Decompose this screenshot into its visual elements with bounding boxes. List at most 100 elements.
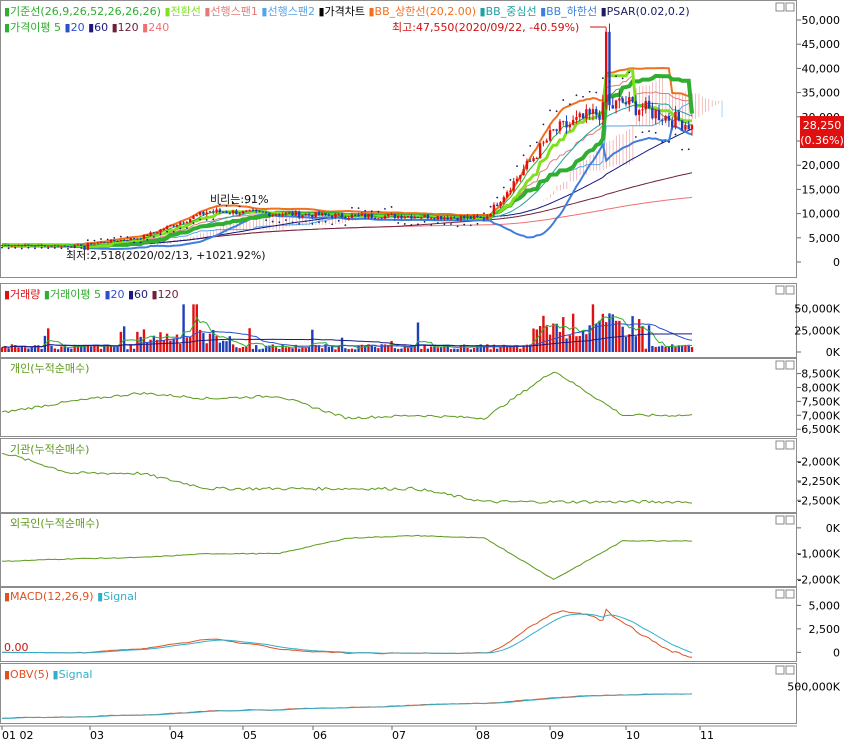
candle-body <box>37 245 40 247</box>
volume-bar <box>23 347 27 352</box>
volume-bar <box>221 340 225 352</box>
institution-legend: 기관(누적순매수) <box>10 443 89 456</box>
legend-item: ▮Signal <box>94 590 137 603</box>
legend-item: ▮60 <box>85 21 109 34</box>
candle-body <box>400 216 403 219</box>
volume-bar <box>261 348 265 352</box>
candle-body <box>439 216 443 220</box>
volume-bar <box>56 349 60 352</box>
legend-item: ▮선행스팬2 <box>258 5 315 18</box>
volume-bar <box>519 348 522 352</box>
price-tick-label: 0 <box>833 256 840 269</box>
candle-body <box>357 214 360 216</box>
foreign-tick-label: 0K <box>826 522 841 535</box>
candle-body <box>354 214 357 216</box>
candle-body <box>614 100 618 109</box>
psar-dot <box>126 236 129 238</box>
psar-dot <box>621 77 624 80</box>
psar-dot <box>575 94 578 97</box>
psar-dot <box>34 247 36 250</box>
psar-dot <box>152 236 155 238</box>
volume-bar <box>53 348 57 352</box>
candle-body <box>657 110 661 121</box>
candle-body <box>552 129 555 131</box>
volume-bar <box>291 348 294 352</box>
candle-body <box>367 214 370 218</box>
volume-bar <box>195 304 198 352</box>
volume-bar <box>611 314 614 352</box>
candle-body <box>571 119 575 125</box>
candle-body <box>268 212 271 217</box>
candle-body <box>50 245 53 247</box>
psar-dot <box>47 247 50 250</box>
volume-bar <box>142 329 146 352</box>
volume-bar <box>489 349 492 352</box>
candle-body <box>228 213 231 215</box>
volume-bar <box>40 348 43 352</box>
volume-bar <box>558 331 562 352</box>
candle-body <box>403 217 406 219</box>
legend-item: ▮BB_하한선 <box>537 4 598 18</box>
pane-restore-button <box>775 360 785 370</box>
x-axis: 01 02 03 04 05 06 07 08 09 10 11 <box>1 726 714 741</box>
macd-signal-line <box>2 613 693 654</box>
psar-dot <box>27 246 30 249</box>
candle-body <box>406 216 410 218</box>
volume-bar <box>129 344 132 352</box>
candle-body <box>664 115 667 121</box>
psar-dot <box>654 131 657 134</box>
candle-body <box>628 97 631 105</box>
candle-body <box>261 211 265 213</box>
volume-bar <box>595 323 598 352</box>
macd-axis: 5,000 2,500 0 <box>797 599 840 659</box>
price-tick-label: 5,000 <box>809 232 841 245</box>
price-tick-label: 40,000 <box>802 62 841 75</box>
price-pane-frame <box>0 0 797 278</box>
psar-dot <box>601 77 604 80</box>
volume-pane: ▮거래량 ▮거래이평 5 ▮20 ▮60 ▮120 50,000K 25,000K… <box>0 283 841 359</box>
legend-item: ▮기준선(26,9,26,52,26,26,26) <box>4 5 161 18</box>
obv-pane: ▮OBV(5) ▮Signal 500,000K <box>0 663 841 724</box>
psar-dot <box>377 210 380 213</box>
individual-tick-label: 7,000K <box>801 409 840 422</box>
volume-bar <box>568 335 572 352</box>
volume-bar <box>482 346 486 352</box>
psar-dot <box>172 230 175 233</box>
pane-close-button <box>785 2 795 12</box>
volume-bar <box>631 316 634 352</box>
psar-dot <box>529 144 532 147</box>
psar-dot <box>100 238 102 240</box>
pane-close-button <box>785 285 795 295</box>
candle-body <box>413 216 416 219</box>
foreign-line <box>1 534 692 580</box>
candle-body <box>340 213 344 218</box>
volume-bar <box>17 347 20 352</box>
mid-annotation: 비리는:91% <box>210 193 269 206</box>
candle-body <box>426 214 430 219</box>
legend-item: ▮PSAR(0.02,0.2) <box>597 5 690 18</box>
ichimoku-cloud <box>84 75 723 246</box>
legend-item: ▮120 <box>148 288 179 301</box>
candle-body <box>334 213 337 218</box>
legend-item: ▮20 <box>61 21 85 34</box>
candle-body <box>215 209 218 212</box>
volume-bar <box>456 348 459 352</box>
pane-restore-button <box>775 440 785 450</box>
volume-bar <box>406 347 410 352</box>
candle-body <box>119 239 123 242</box>
legend-item: ▮60 <box>125 288 149 301</box>
candle-body <box>387 214 390 216</box>
candle-body <box>40 245 43 247</box>
candle-body <box>155 232 159 234</box>
candle-body <box>532 158 535 161</box>
candle-body <box>651 108 654 119</box>
candle-body <box>66 245 70 247</box>
obv-signal-line <box>1 693 692 719</box>
price-legend-row1: ▮기준선(26,9,26,52,26,26,26) ▮전환선 ▮선행스팬1 ▮선… <box>4 4 690 18</box>
volume-bar <box>538 325 542 352</box>
candle-body <box>486 216 489 220</box>
candle-body <box>126 240 129 242</box>
candle-body <box>179 222 182 225</box>
obv-tick-label: 500,000K <box>787 680 840 693</box>
volume-bar <box>651 345 654 352</box>
